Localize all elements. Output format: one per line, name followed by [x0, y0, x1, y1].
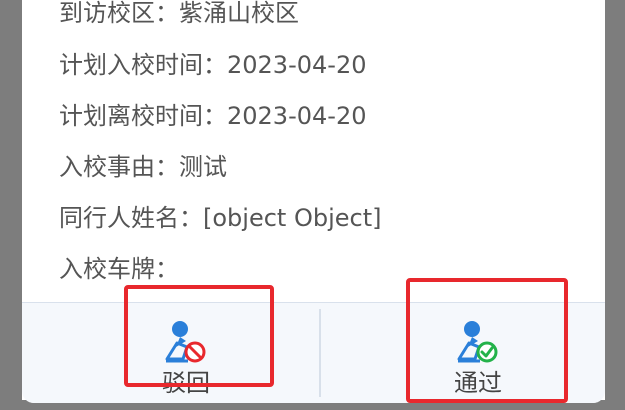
detail-companions: 同行人姓名：[object Object] — [59, 203, 381, 233]
detail-value: 测试 — [179, 153, 227, 181]
overlay-left — [0, 0, 22, 410]
screenshot-stage: 到访校区：紫涌山校区 计划入校时间：2023-04-20 计划离校时间：2023… — [0, 0, 625, 410]
detail-label: 计划入校时间： — [59, 51, 227, 79]
detail-campus: 到访校区：紫涌山校区 — [59, 0, 299, 28]
detail-reason: 入校事由：测试 — [59, 152, 227, 182]
detail-label: 入校车牌： — [59, 255, 179, 283]
detail-value: 2023-04-20 — [227, 102, 367, 130]
approve-highlight-box — [406, 278, 568, 403]
detail-plate: 入校车牌： — [59, 254, 179, 284]
detail-label: 入校事由： — [59, 153, 179, 181]
overlay-right — [605, 0, 625, 410]
detail-value: 2023-04-20 — [227, 51, 367, 79]
detail-value: 紫涌山校区 — [179, 0, 299, 27]
reject-highlight-box — [124, 285, 274, 387]
detail-value: [object Object] — [203, 204, 382, 232]
detail-label: 同行人姓名： — [59, 204, 203, 232]
action-divider — [319, 309, 321, 397]
detail-label: 计划离校时间： — [59, 102, 227, 130]
detail-enter-time: 计划入校时间：2023-04-20 — [59, 50, 366, 80]
detail-label: 到访校区： — [59, 0, 179, 27]
detail-leave-time: 计划离校时间：2023-04-20 — [59, 101, 366, 131]
